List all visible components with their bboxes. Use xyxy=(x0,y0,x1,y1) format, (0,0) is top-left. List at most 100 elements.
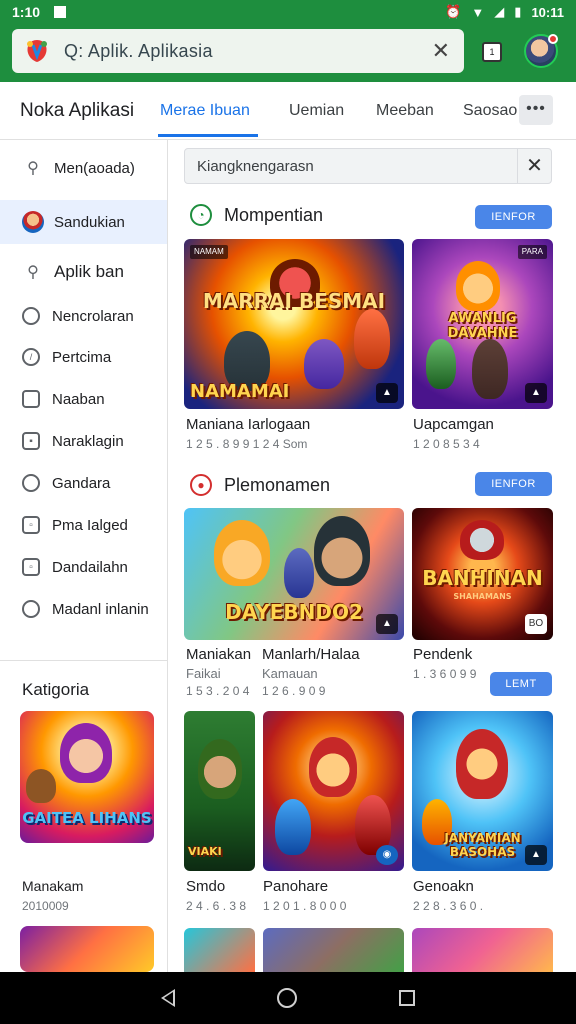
square-icon: ▫ xyxy=(22,516,40,534)
game-card-art: VIAKI xyxy=(184,711,255,871)
character-art xyxy=(354,309,390,369)
category-card-2[interactable] xyxy=(20,926,154,972)
filter-search-input[interactable]: Kiangknengarasn ✕ xyxy=(184,148,552,184)
game-card[interactable]: AWANLIG DAVAHNE PARA ▲ xyxy=(412,239,553,409)
game-card[interactable]: DAYEBNDO2 ▲ xyxy=(184,508,404,640)
sidebar-item-aplik[interactable]: ⚲ Aplik ban xyxy=(0,250,167,294)
status-time: 1:10 xyxy=(12,4,41,20)
character-art xyxy=(456,261,500,311)
load-more-button[interactable]: LEMT xyxy=(490,672,552,696)
category-card-art: GAITEA LIHANS xyxy=(20,711,154,843)
sidebar-item-madanl[interactable]: Madanl inlanin xyxy=(0,587,167,631)
home-icon[interactable] xyxy=(277,988,297,1008)
game-sub: Faikai xyxy=(186,666,221,681)
recents-icon[interactable] xyxy=(399,990,415,1006)
character-art xyxy=(26,769,56,803)
character-art xyxy=(472,339,508,399)
more-button[interactable]: ••• xyxy=(519,95,553,125)
profile-avatar[interactable] xyxy=(524,34,558,68)
emblem-art xyxy=(460,520,504,560)
tabs-count: 1 xyxy=(482,42,502,62)
category-card[interactable]: GAITEA LIHANS xyxy=(20,711,154,843)
square-icon: ▫ xyxy=(22,558,40,576)
game-name: Genoakn xyxy=(413,878,474,895)
filter-search-value[interactable]: Kiangknengarasn xyxy=(197,158,314,175)
game-name: Maniakan xyxy=(186,646,252,663)
character-art xyxy=(426,339,456,389)
leaf-icon: ◔ xyxy=(190,204,212,226)
game-sub: 1 2 5 . 8 9 9 1 2 4 Som xyxy=(186,437,308,451)
game-sub-2: Kamauan xyxy=(262,666,318,681)
game-sub: 1 2 0 1 . 8 0 0 0 xyxy=(263,899,347,913)
url-text[interactable]: Q: Aplik. Aplikasia xyxy=(64,41,213,62)
game-card[interactable] xyxy=(184,928,255,972)
game-card[interactable]: JANYAMIAN BASOHAS ▲ xyxy=(412,711,553,871)
game-card[interactable] xyxy=(263,928,404,972)
sidebar-item-pertcima[interactable]: / Pertcima xyxy=(0,335,167,379)
game-art-title: MARRAI BESMAI xyxy=(202,289,386,313)
compass-icon xyxy=(22,474,40,492)
game-art-subtitle: NAMAMAI xyxy=(190,381,290,402)
sidebar-item-label: Pertcima xyxy=(52,348,112,366)
game-card[interactable]: MARRAI BESMAI NAMAMAI NAMAM ▲ xyxy=(184,239,404,409)
back-icon[interactable] xyxy=(161,989,175,1007)
sidebar-item-label: Dandailahn xyxy=(52,558,128,576)
character-art xyxy=(214,520,270,586)
game-card[interactable]: VIAKI xyxy=(184,711,255,871)
square-icon xyxy=(22,600,40,618)
sidebar: ⚲ Men(aoada) Sandukian ⚲ Aplik ban Nencr… xyxy=(0,140,168,972)
tabs-button[interactable]: 1 xyxy=(476,36,508,68)
game-card-art: AWANLIG DAVAHNE PARA ▲ xyxy=(412,239,553,409)
game-art-title: DAYEBNDO2 xyxy=(225,600,363,624)
square-icon xyxy=(22,390,40,408)
tab-meeban[interactable]: Meeban xyxy=(376,102,434,120)
sidebar-item-gandara[interactable]: Gandara xyxy=(0,461,167,505)
tab-saosao[interactable]: Saosao xyxy=(463,102,517,120)
game-card[interactable]: BANHINAN SHAHAMANS BO xyxy=(412,508,553,640)
section-more-button[interactable]: IENFOR xyxy=(475,205,552,229)
game-card[interactable]: ◉ xyxy=(263,711,404,871)
app-top-nav: Noka Aplikasi Merae Ibuan Uemian Meeban … xyxy=(0,82,576,140)
sidebar-item-sandukian[interactable]: Sandukian xyxy=(0,200,167,244)
sidebar-item-nencrolaran[interactable]: Nencrolaran xyxy=(0,294,167,338)
sidebar-divider xyxy=(0,660,167,661)
section-more-button[interactable]: IENFOR xyxy=(475,472,552,496)
game-card-art: ◉ xyxy=(263,711,404,871)
category-card-art-title: GAITEA LIHANS xyxy=(22,809,152,827)
sidebar-item-dandailahn[interactable]: ▫ Dandailahn xyxy=(0,545,167,589)
game-tag: NAMAM xyxy=(190,245,228,259)
game-name: Uapcamgan xyxy=(413,416,494,433)
game-card-art xyxy=(184,928,255,972)
notification-icon xyxy=(54,6,67,18)
game-name: Pendenk xyxy=(413,646,473,663)
tab-merae[interactable]: Merae Ibuan xyxy=(160,102,250,120)
sidebar-item-search[interactable]: ⚲ Men(aoada) xyxy=(0,146,167,190)
tab-uemian[interactable]: Uemian xyxy=(289,102,344,120)
game-card-art xyxy=(412,928,553,972)
character-art xyxy=(314,516,370,586)
clear-icon[interactable]: ✕ xyxy=(517,149,551,183)
game-card[interactable] xyxy=(412,928,553,972)
game-card-art: MARRAI BESMAI NAMAMAI NAMAM ▲ xyxy=(184,239,404,409)
character-art xyxy=(284,548,314,598)
url-bar[interactable]: Q: Aplik. Aplikasia ✕ xyxy=(12,29,464,73)
active-tab-indicator xyxy=(158,134,258,137)
sidebar-item-naaban[interactable]: Naaban xyxy=(0,377,167,421)
game-art-title: VIAKI xyxy=(188,845,222,858)
game-art-subtitle: SHAHAMANS xyxy=(453,592,512,601)
notification-dot xyxy=(548,34,558,44)
battery-icon: ▮ xyxy=(514,4,522,19)
sidebar-item-naraklagin[interactable]: ▪ Naraklagin xyxy=(0,419,167,463)
sidebar-item-label: Naraklagin xyxy=(52,432,124,450)
game-sub: 2 4 . 6 . 3 8 xyxy=(186,899,247,913)
game-card-art: DAYEBNDO2 ▲ xyxy=(184,508,404,640)
game-name: Panohare xyxy=(263,878,329,895)
category-card-sub: 2010009 xyxy=(22,899,69,913)
brand-title: Noka Aplikasi xyxy=(20,100,135,121)
section-title: Mompentian xyxy=(224,204,324,225)
category-card-art xyxy=(20,926,154,972)
close-icon[interactable]: ✕ xyxy=(432,38,450,64)
square-icon xyxy=(22,307,40,325)
sidebar-item-pma[interactable]: ▫ Pma Ialged xyxy=(0,503,167,547)
sidebar-item-label: Men(aoada) xyxy=(54,159,135,177)
